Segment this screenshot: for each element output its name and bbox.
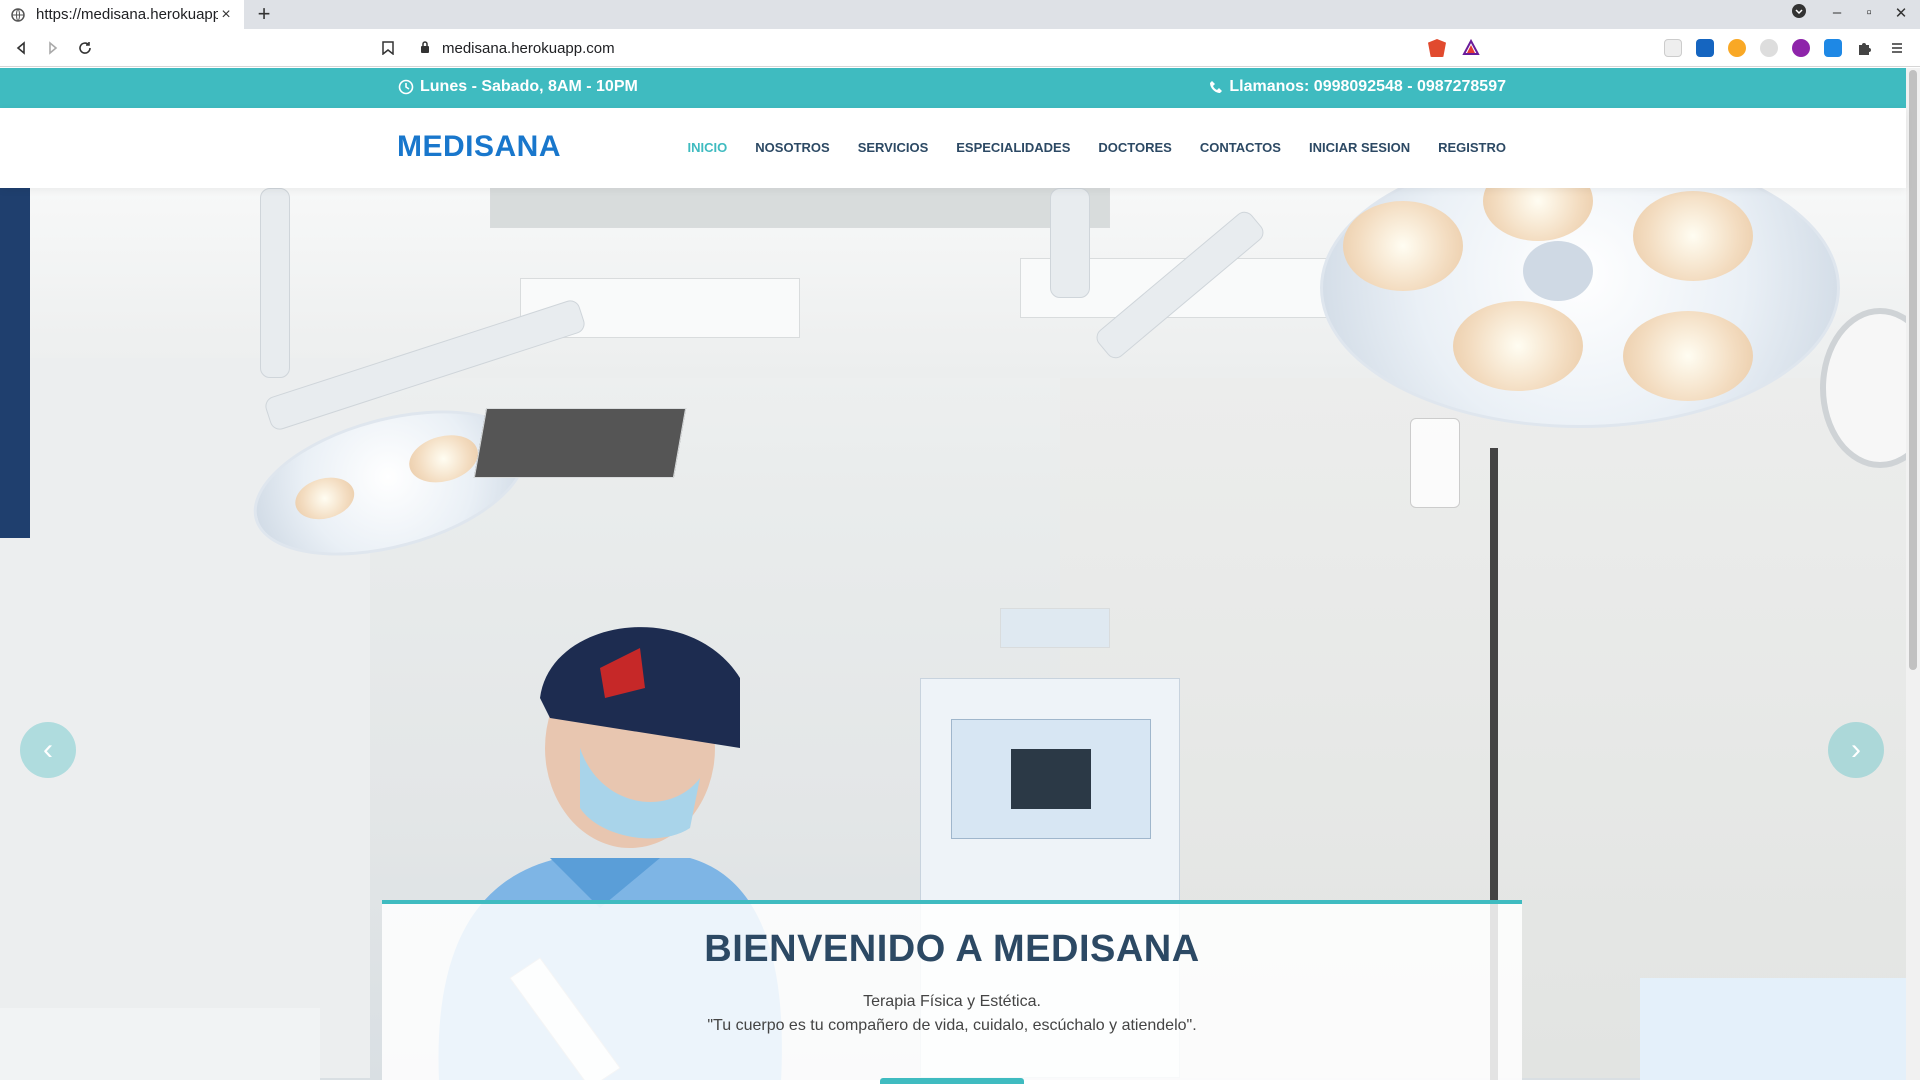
back-icon[interactable] (10, 37, 32, 59)
address-bar[interactable]: medisana.herokuapp.com (410, 33, 1490, 63)
site-logo[interactable]: MEDISANA (397, 130, 561, 164)
info-topbar: Lunes - Sabado, 8AM - 10PM Llamanos: 099… (0, 68, 1906, 108)
extension-icon-3[interactable] (1728, 39, 1746, 57)
equipment-right (1640, 978, 1906, 1080)
nav-item-servicios[interactable]: SERVICIOS (858, 140, 929, 155)
brave-shield-icon[interactable] (1428, 39, 1446, 57)
close-window-icon[interactable]: ✕ (1890, 4, 1912, 22)
bookmark-icon[interactable] (377, 37, 399, 59)
extension-icon-1[interactable] (1664, 39, 1682, 57)
tab-close-icon[interactable]: × (218, 6, 234, 24)
infusion-pump (1000, 608, 1110, 648)
phone-contact: Llamanos: 0998092548 - 0987278597 (1209, 78, 1506, 96)
cta-button[interactable] (880, 1078, 1024, 1084)
nav-item-contactos[interactable]: CONTACTOS (1200, 140, 1281, 155)
scrollbar-thumb[interactable] (1909, 70, 1917, 670)
extension-icon-4[interactable] (1760, 39, 1778, 57)
tab-search-icon[interactable] (1788, 4, 1810, 22)
phone-text: Llamanos: 0998092548 - 0987278597 (1229, 78, 1506, 95)
minimize-icon[interactable]: – (1826, 4, 1848, 21)
clock-icon (398, 79, 414, 95)
hero-subtitle: Terapia Física y Estética. (863, 993, 1041, 1010)
nav-item-registro[interactable]: REGISTRO (1438, 140, 1506, 155)
restore-icon[interactable]: ▫ (1858, 4, 1880, 21)
hours-text: Lunes - Sabado, 8AM - 10PM (420, 78, 638, 95)
brave-rewards-icon[interactable] (1462, 38, 1480, 57)
lock-icon (420, 40, 430, 57)
puzzle-icon[interactable] (1856, 39, 1874, 57)
nav-item-iniciar-sesion[interactable]: INICIAR SESION (1309, 140, 1410, 155)
extension-icon-6[interactable] (1824, 39, 1842, 57)
extension-icon-2[interactable] (1696, 39, 1714, 57)
opening-hours: Lunes - Sabado, 8AM - 10PM (398, 78, 638, 96)
iv-bag (1410, 418, 1460, 508)
carousel-prev-button[interactable]: ‹ (20, 722, 76, 778)
equipment-left (0, 1008, 320, 1080)
forward-icon[interactable] (42, 37, 64, 59)
page-scrollbar[interactable] (1906, 68, 1920, 1080)
url-text: medisana.herokuapp.com (442, 39, 615, 57)
hero-title: BIENVENIDO A MEDISANA (704, 928, 1200, 970)
tab-title: https://medisana.herokuapp (36, 6, 218, 23)
reload-icon[interactable] (74, 37, 96, 59)
browser-tab[interactable]: https://medisana.herokuapp × (0, 0, 244, 29)
carousel-next-button[interactable]: › (1828, 722, 1884, 778)
nav-item-nosotros[interactable]: NOSOTROS (755, 140, 829, 155)
hero-quote: "Tu cuerpo es tu compañero de vida, cuid… (707, 1017, 1197, 1034)
new-tab-button[interactable]: + (252, 2, 276, 26)
globe-icon (10, 7, 26, 23)
nav-item-inicio[interactable]: INICIO (688, 140, 728, 155)
monitor-screen (473, 408, 687, 478)
browser-toolbar: medisana.herokuapp.com (0, 29, 1920, 67)
menu-icon[interactable] (1888, 39, 1906, 57)
main-nav: INICIO NOSOTROS SERVICIOS ESPECIALIDADES… (660, 140, 1506, 155)
browser-tab-bar: https://medisana.herokuapp × + – ▫ ✕ (0, 0, 1920, 29)
hero-left-edge (0, 188, 30, 538)
extension-icon-5[interactable] (1792, 39, 1810, 57)
welcome-box: BIENVENIDO A MEDISANA Terapia Física y E… (382, 900, 1522, 1084)
nav-item-especialidades[interactable]: ESPECIALIDADES (956, 140, 1070, 155)
surgical-arm (260, 188, 290, 378)
ceiling-panel (490, 188, 1110, 228)
nav-item-doctores[interactable]: DOCTORES (1098, 140, 1171, 155)
site-header: MEDISANA INICIO NOSOTROS SERVICIOS ESPEC… (0, 108, 1906, 188)
phone-icon (1210, 81, 1223, 93)
surgical-arm (1050, 188, 1090, 298)
